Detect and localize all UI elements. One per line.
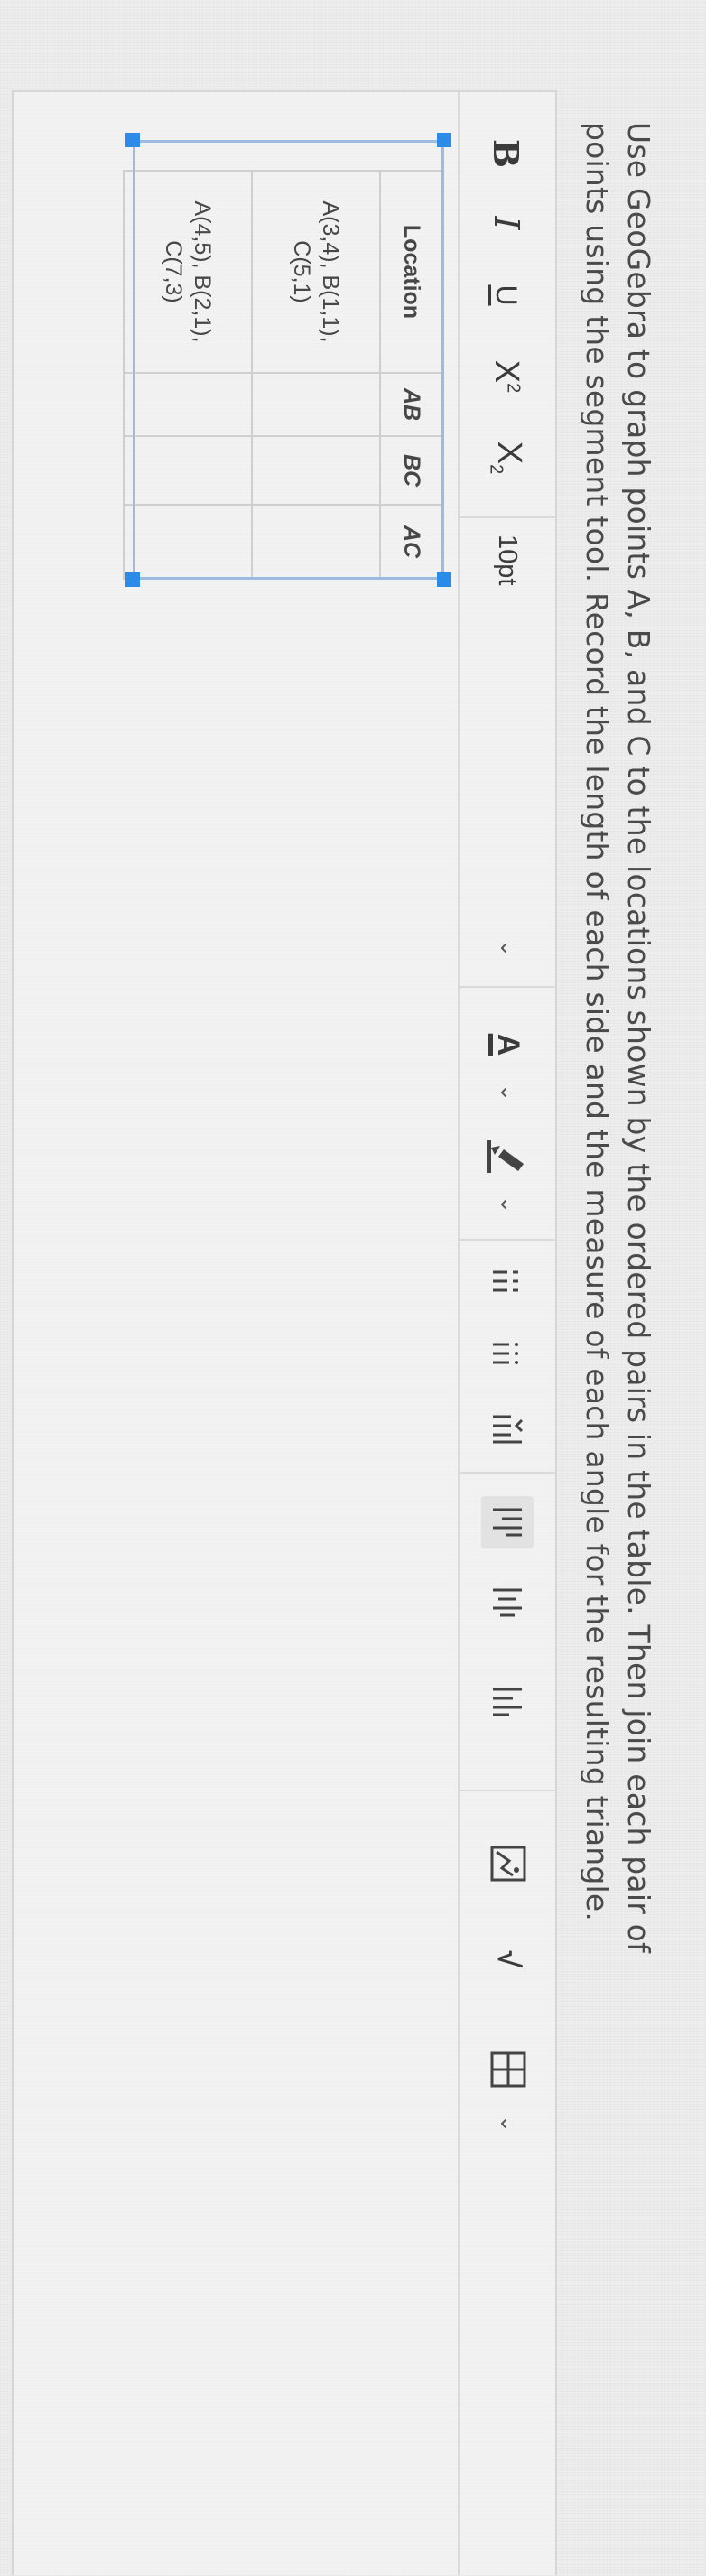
- location-line: C(7,3): [161, 240, 186, 303]
- superscript-icon: X2: [488, 359, 526, 394]
- header-bc: BC: [380, 436, 443, 505]
- chevron-down-icon[interactable]: ⌄: [495, 939, 521, 957]
- font-size-value: 10pt: [493, 535, 523, 586]
- resize-handle[interactable]: [437, 572, 451, 587]
- resize-handle[interactable]: [125, 572, 140, 587]
- numbered-list-button[interactable]: [487, 1336, 528, 1378]
- table-header-row: Location AB BC AC: [380, 171, 443, 579]
- underline-button[interactable]: U: [481, 277, 532, 313]
- bc-cell[interactable]: [124, 436, 252, 505]
- toolbar-divider: [460, 516, 555, 518]
- align-left-icon: [493, 1508, 522, 1537]
- subscript-button[interactable]: X2: [481, 426, 532, 489]
- bold-icon: B: [486, 138, 527, 169]
- ac-cell[interactable]: [252, 505, 380, 579]
- align-right-icon: [493, 1688, 522, 1716]
- location-cell: A(3,4), B(1,1), C(5,1): [252, 171, 380, 373]
- font-color-icon: A: [491, 1033, 526, 1056]
- chevron-down-icon[interactable]: ⌄: [495, 2115, 521, 2133]
- numbered-list-icon: [493, 1343, 518, 1364]
- chevron-down-icon[interactable]: ⌄: [495, 1083, 521, 1102]
- italic-button[interactable]: I: [481, 205, 532, 241]
- header-ab: AB: [380, 373, 443, 436]
- resize-handle[interactable]: [125, 133, 140, 147]
- font-color-button[interactable]: A: [481, 1022, 535, 1067]
- align-right-button[interactable]: [487, 1681, 528, 1723]
- location-cell: A(4,5), B(2,1), C(7,3): [124, 171, 252, 373]
- location-line: C(5,1): [289, 240, 314, 303]
- indent-button[interactable]: [487, 1409, 528, 1450]
- chevron-down-icon[interactable]: ⌄: [495, 1195, 521, 1214]
- align-center-button[interactable]: [487, 1582, 528, 1623]
- header-location: Location: [380, 171, 443, 373]
- bulleted-list-button[interactable]: [487, 1264, 528, 1306]
- ab-cell[interactable]: [124, 373, 252, 436]
- toolbar-divider: [460, 1472, 555, 1474]
- align-center-icon: [493, 1588, 522, 1617]
- math-icon: √: [491, 1950, 526, 1968]
- instructions-line-2: points using the segment tool. Record th…: [580, 122, 615, 1922]
- location-line: A(3,4), B(1,1),: [318, 200, 343, 343]
- resize-handle[interactable]: [437, 133, 451, 147]
- ac-cell[interactable]: [124, 505, 252, 579]
- header-ac: AC: [380, 505, 443, 579]
- subscript-icon: X2: [486, 441, 528, 475]
- instructions-line-1: Use GeoGebra to graph points A, B, and C…: [621, 122, 656, 1953]
- instructions: Use GeoGebra to graph points A, B, and C…: [576, 122, 659, 2478]
- align-left-button[interactable]: [481, 1496, 534, 1548]
- italic-icon: I: [487, 216, 526, 230]
- bc-cell[interactable]: [252, 436, 380, 505]
- superscript-button[interactable]: X2: [481, 345, 532, 408]
- editor-toolbar: B I U X2 X2 10pt ⌄ A ⌄ ⌄ √ ⌄: [458, 92, 555, 2575]
- table-row: A(4,5), B(2,1), C(7,3): [124, 171, 252, 579]
- table-row: A(3,4), B(1,1), C(5,1): [252, 171, 380, 579]
- highlight-button[interactable]: [483, 1135, 534, 1180]
- location-line: A(4,5), B(2,1),: [190, 200, 215, 343]
- indent-icon: [493, 1415, 524, 1444]
- table-icon: [490, 2051, 526, 2088]
- highlight-icon: [487, 1140, 524, 1173]
- underline-icon: U: [490, 284, 524, 306]
- toolbar-divider: [460, 1239, 555, 1241]
- insert-math-button[interactable]: √: [487, 1936, 530, 1983]
- toolbar-divider: [460, 986, 555, 988]
- font-size-select[interactable]: 10pt: [487, 535, 528, 634]
- image-icon: [490, 1846, 526, 1882]
- page: Use GeoGebra to graph points A, B, and C…: [0, 0, 706, 2576]
- insert-image-button[interactable]: [488, 1844, 528, 1883]
- bold-button[interactable]: B: [481, 135, 532, 172]
- ab-cell[interactable]: [252, 373, 380, 436]
- toolbar-divider: [460, 1790, 555, 1791]
- insert-table-button[interactable]: [488, 2050, 528, 2089]
- bulleted-list-icon: [493, 1270, 518, 1292]
- data-table[interactable]: Location AB BC AC A(3,4), B(1,1), C(5,1)…: [123, 170, 444, 580]
